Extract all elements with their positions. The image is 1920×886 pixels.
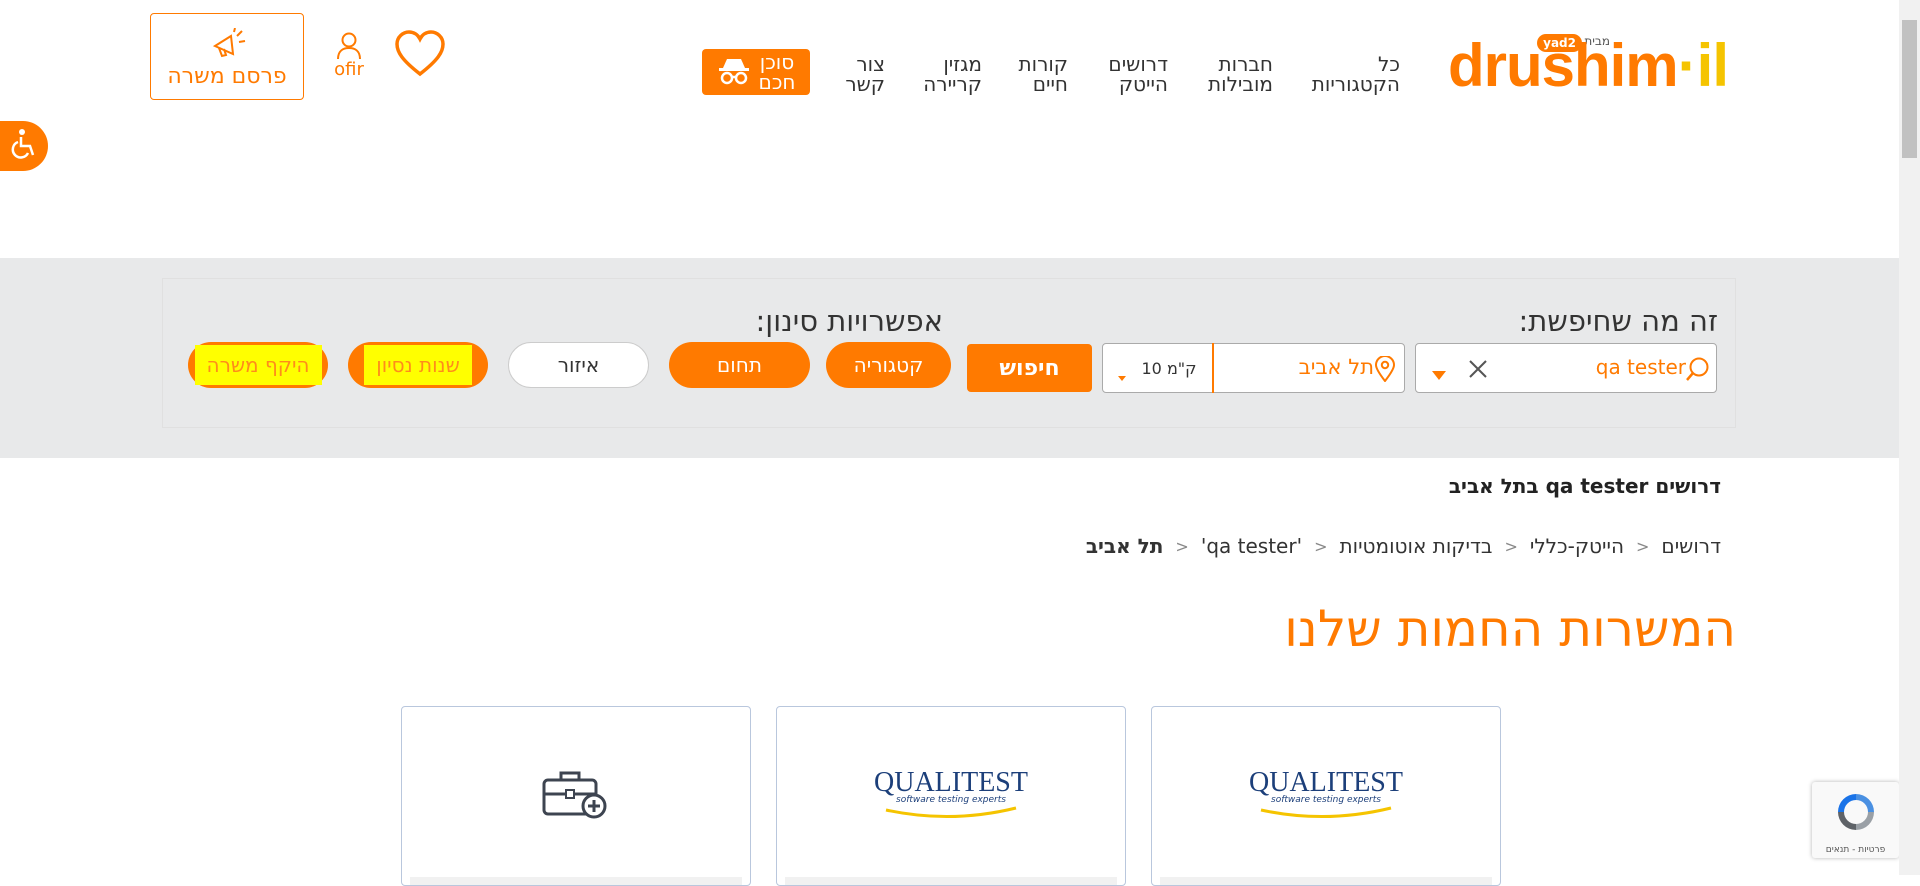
radius-caret-icon[interactable] [1118,366,1126,385]
filter-field-button[interactable]: תחום [669,342,810,388]
search-button[interactable]: חיפוש [967,344,1092,392]
accessibility-button[interactable] [0,121,48,171]
spy-icon [717,56,751,89]
breadcrumb-separator: < [1636,537,1650,556]
recaptcha-badge[interactable]: פרטיות - תנאים [1812,782,1899,858]
filter-options-label: אפשרויות סינון: [755,304,943,338]
location-pin-icon [1374,355,1396,386]
nav-label-line2: קשר [845,72,885,96]
nav-label-line1: מגזין [943,52,982,76]
company-logo: QUALITEST software testing experts [777,767,1125,824]
job-card[interactable] [401,706,751,886]
nav-contact[interactable]: צור קשר [845,54,885,94]
breadcrumb-item[interactable]: בדיקות אוטומטיות [1339,534,1492,558]
nav-label-line1: קורות [1018,52,1068,76]
caret-down-icon[interactable] [1432,365,1446,384]
filter-experience-label: שנות נסיון [364,345,472,385]
nav-leading-companies[interactable]: חברות מובילות [1208,54,1273,94]
breadcrumb-item[interactable]: דרושים [1661,534,1721,558]
wheelchair-icon [9,128,39,164]
job-card[interactable]: QUALITEST software testing experts [776,706,1126,886]
smart-agent-label-line2: חכם [758,70,796,94]
breadcrumb-item[interactable]: 'qa tester' [1201,534,1302,558]
smart-agent-button[interactable]: סוכן חכם [702,49,810,95]
results-title: דרושים qa tester בתל אביב [1448,474,1721,498]
nav-label-line1: חברות [1218,52,1273,76]
search-query-field[interactable]: qa tester [1415,343,1717,393]
breadcrumb-separator: < [1314,537,1328,556]
searched-label: זה מה שחיפשת: [1518,304,1718,338]
breadcrumb: דרושים < הייטק-כללי < בדיקות אוטומטיות <… [1086,534,1721,558]
recaptcha-footer: פרטיות - תנאים [1825,845,1886,855]
briefcase-plus-icon [542,770,608,824]
nav-label-line2: הייטק [1118,72,1168,96]
company-tagline: software testing experts [1271,795,1381,805]
post-job-label: פרסם משרה [167,64,287,89]
filter-experience-button[interactable]: שנות נסיון [348,342,488,388]
user-name: ofir [334,59,364,80]
post-job-button[interactable]: פרסם משרה [150,13,304,100]
nav-hitech-jobs[interactable]: דרושים הייטק [1108,54,1168,94]
nav-label-line1: צור [856,52,885,76]
breadcrumb-current: תל אביב [1085,534,1164,558]
scrollbar-thumb[interactable] [1902,20,1917,158]
nav-label-line1: כל [1378,52,1400,76]
nav-label-line2: הקטגוריות [1311,72,1400,96]
megaphone-icon [211,27,247,66]
recaptcha-icon [1834,790,1878,838]
search-query-value: qa tester [1595,355,1686,379]
company-tagline: software testing experts [896,795,1006,805]
nav-all-categories[interactable]: כל הקטגוריות [1312,54,1400,94]
smart-agent-label-line1: סוכן [759,50,795,74]
logo-tld-text: il [1696,32,1729,99]
job-card[interactable]: QUALITEST software testing experts [1151,706,1501,886]
nav-cv[interactable]: קורות חיים [1018,54,1068,94]
filter-category-button[interactable]: קטגוריה [826,342,951,388]
radius-select[interactable]: 10 ק"מ [1126,343,1214,393]
clear-icon[interactable] [1468,359,1488,383]
nav-career-magazine[interactable]: מגזין קריירה [923,54,982,94]
nav-label-line2: חיים [1032,72,1068,96]
filter-scope-label: היקף משרה [194,345,322,385]
radius-value: 10 ק"מ [1141,358,1197,378]
nav-label-line2: קריירה [923,72,982,96]
nav-label-line2: מובילות [1207,72,1273,96]
logo-main-text: drushim [1447,32,1679,99]
hot-jobs-title: המשרות החמות שלנו [1284,600,1736,658]
location-value: תל אביב [1298,355,1374,379]
nav-label-line1: דרושים [1108,52,1168,76]
breadcrumb-separator: < [1175,537,1189,556]
user-menu[interactable]: ofir [330,32,368,82]
favorites-heart-icon[interactable] [394,30,446,78]
filter-area-button[interactable]: איזור [508,342,649,388]
company-logo: QUALITEST software testing experts [1152,767,1500,824]
drushim-logo[interactable]: drushim·il [1448,36,1729,96]
search-icon [1685,356,1711,386]
breadcrumb-separator: < [1504,537,1518,556]
filter-scope-button[interactable]: היקף משרה [188,342,328,388]
breadcrumb-item[interactable]: הייטק-כללי [1530,534,1624,558]
